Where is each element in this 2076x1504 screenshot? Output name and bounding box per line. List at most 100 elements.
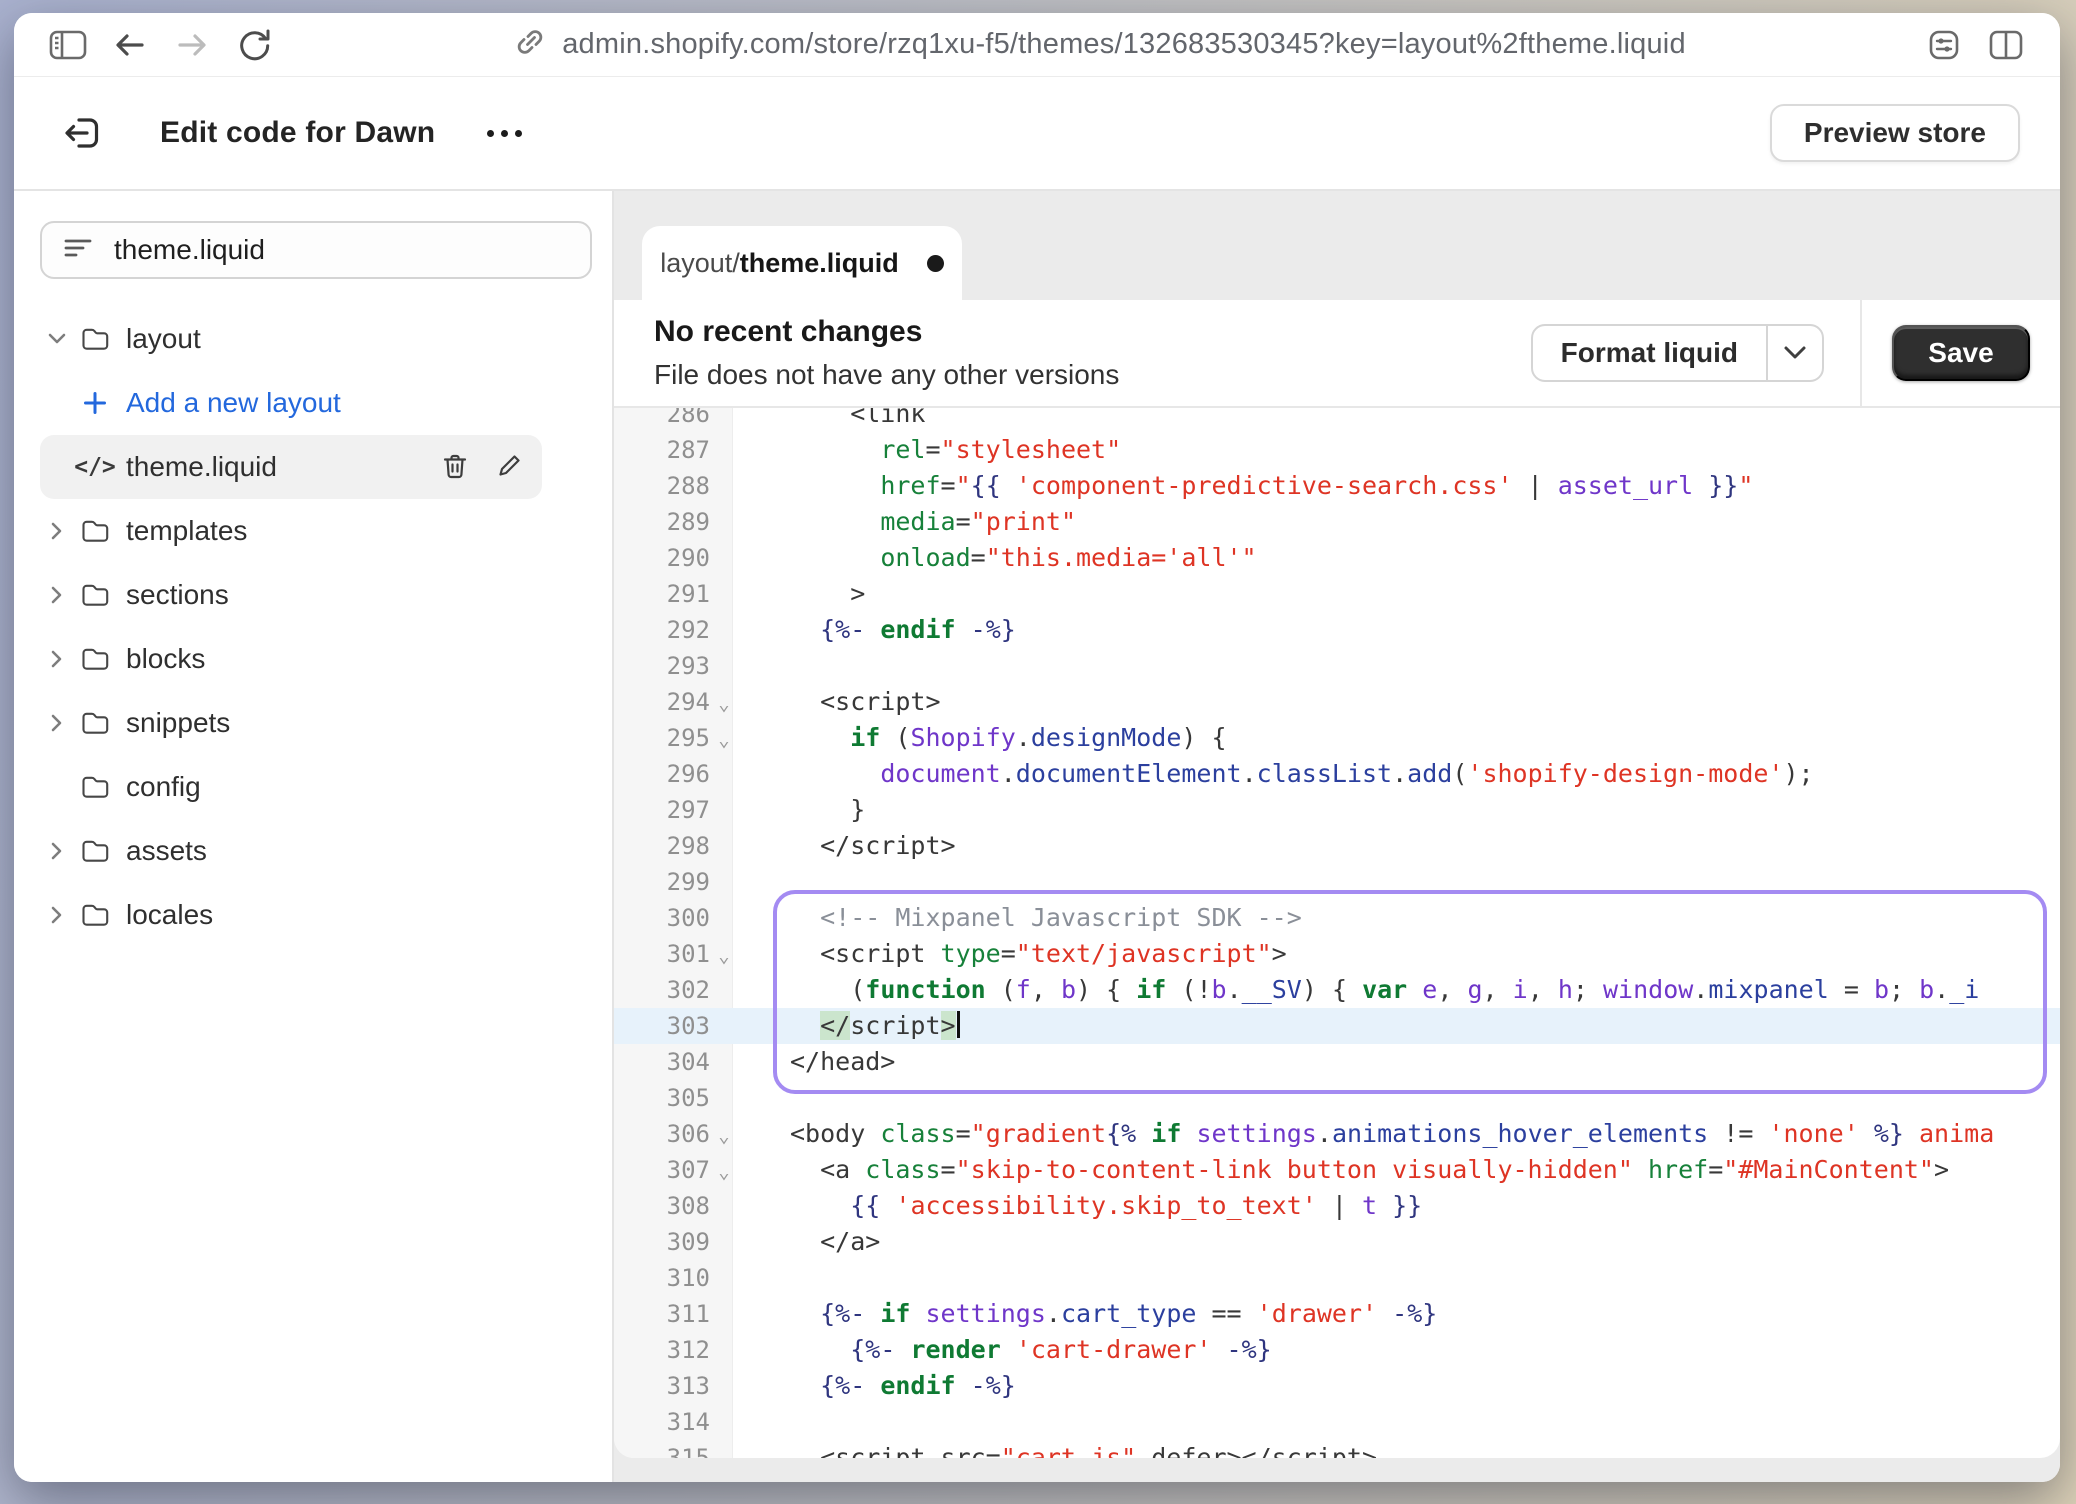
chevron-down-icon — [46, 331, 68, 347]
browser-window: admin.shopify.com/store/rzq1xu-f5/themes… — [14, 13, 2060, 1482]
line-number: 289 — [614, 504, 710, 540]
fold-chevron-icon[interactable]: ⌄ — [713, 1116, 735, 1156]
tree-item-label: locales — [126, 899, 213, 931]
pencil-icon — [494, 451, 524, 481]
fold-chevron-icon[interactable]: ⌄ — [713, 1152, 735, 1192]
tree-item-locales[interactable]: locales — [40, 883, 542, 947]
code-line-300: 300 <!-- Mixpanel Javascript SDK --> — [614, 900, 2060, 936]
code-line-287: 287 rel="stylesheet" — [614, 432, 2060, 468]
sidebar-toggle-icon[interactable] — [42, 22, 94, 68]
file-search-box[interactable] — [40, 221, 592, 279]
preview-store-button[interactable]: Preview store — [1770, 104, 2020, 162]
line-number: 315 — [614, 1440, 710, 1458]
exit-editor-icon[interactable] — [54, 105, 110, 161]
code-line-297: 297 } — [614, 792, 2060, 828]
tree-item-label: templates — [126, 515, 247, 547]
fold-chevron-icon[interactable]: ⌄ — [713, 936, 735, 976]
line-number: 302 — [614, 972, 710, 1008]
pencil-icon[interactable] — [494, 451, 524, 483]
code-line-306: 306⌄<body class="gradient{% if settings.… — [614, 1116, 2060, 1152]
tree-item-snippets[interactable]: snippets — [40, 691, 542, 755]
tree-item-add-a-new-layout[interactable]: Add a new layout — [40, 371, 542, 435]
tree-item-label: sections — [126, 579, 229, 611]
page-settings-icon[interactable] — [1918, 22, 1970, 68]
line-number: 293 — [614, 648, 710, 684]
tree-item-templates[interactable]: templates — [40, 499, 542, 563]
chevron-right-icon — [49, 712, 65, 734]
folder-icon — [79, 516, 111, 546]
reload-icon[interactable] — [228, 22, 280, 68]
line-number: 297 — [614, 792, 710, 828]
chevron-right-icon — [49, 520, 65, 542]
code-file-icon: </> — [74, 454, 116, 480]
trash-icon[interactable] — [440, 451, 470, 483]
line-number: 298 — [614, 828, 710, 864]
code-line-292: 292 {%- endif -%} — [614, 612, 2060, 648]
code-line-304: 304</head> — [614, 1044, 2060, 1080]
folder-icon — [79, 644, 111, 674]
code-line-293: 293 — [614, 648, 2060, 684]
plus-icon — [82, 390, 108, 416]
tree-item-sections[interactable]: sections — [40, 563, 542, 627]
tree-item-label: config — [126, 771, 201, 803]
tree-item-config[interactable]: config — [40, 755, 542, 819]
code-line-295: 295⌄ if (Shopify.designMode) { — [614, 720, 2060, 756]
fold-chevron-icon[interactable]: ⌄ — [713, 720, 735, 760]
format-options-caret[interactable] — [1766, 326, 1822, 380]
split-view-icon[interactable] — [1980, 22, 2032, 68]
line-number: 299 — [614, 864, 710, 900]
link-icon — [512, 24, 548, 65]
tree-item-label: Add a new layout — [126, 387, 341, 419]
status-subtitle: File does not have any other versions — [654, 359, 1119, 391]
fold-chevron-icon[interactable]: ⌄ — [713, 684, 735, 724]
code-line-310: 310 — [614, 1260, 2060, 1296]
code-line-299: 299 — [614, 864, 2060, 900]
line-number: 305 — [614, 1080, 710, 1116]
browser-toolbar: admin.shopify.com/store/rzq1xu-f5/themes… — [14, 13, 2060, 77]
tree-item-blocks[interactable]: blocks — [40, 627, 542, 691]
line-number: 287 — [614, 432, 710, 468]
tab-theme-liquid[interactable]: layout/theme.liquid — [642, 226, 962, 300]
back-icon[interactable] — [104, 22, 156, 68]
folder-icon — [79, 324, 111, 354]
code-line-301: 301⌄ <script type="text/javascript"> — [614, 936, 2060, 972]
chevron-right-icon — [49, 584, 65, 606]
line-number: 306 — [614, 1116, 710, 1152]
tree-item-label: snippets — [126, 707, 230, 739]
code-line-315: 315 <script src="cart.js" defer></script… — [614, 1440, 2060, 1458]
status-title: No recent changes — [654, 315, 1119, 349]
tree-item-layout[interactable]: layout — [40, 307, 542, 371]
tree-item-assets[interactable]: assets — [40, 819, 542, 883]
more-actions-button[interactable] — [477, 120, 532, 147]
editor-panel: No recent changes File does not have any… — [614, 300, 2060, 1458]
code-line-313: 313 {%- endif -%} — [614, 1368, 2060, 1404]
line-number: 291 — [614, 576, 710, 612]
format-liquid-button[interactable]: Format liquid — [1531, 324, 1824, 382]
file-search-input[interactable] — [114, 234, 568, 266]
code-line-286: 286 <link — [614, 408, 2060, 432]
code-line-309: 309 </a> — [614, 1224, 2060, 1260]
line-number: 290 — [614, 540, 710, 576]
save-button[interactable]: Save — [1892, 325, 2029, 381]
folder-icon — [79, 580, 111, 610]
tree-item-label: assets — [126, 835, 207, 867]
tree-item-theme-liquid[interactable]: </> theme.liquid — [40, 435, 542, 499]
page-title: Edit code for Dawn — [160, 116, 435, 150]
url-bar[interactable]: admin.shopify.com/store/rzq1xu-f5/themes… — [290, 24, 1908, 65]
line-number: 311 — [614, 1296, 710, 1332]
code-line-308: 308 {{ 'accessibility.skip_to_text' | t … — [614, 1188, 2060, 1224]
line-number: 294 — [614, 684, 710, 720]
line-number: 288 — [614, 468, 710, 504]
line-number: 310 — [614, 1260, 710, 1296]
code-editor[interactable]: 286 <link287 rel="stylesheet"288 href="{… — [614, 408, 2060, 1458]
code-line-307: 307⌄ <a class="skip-to-content-link butt… — [614, 1152, 2060, 1188]
file-sidebar: layout Add a new layout </> theme.liquid tem… — [14, 191, 614, 1482]
tree-item-label: theme.liquid — [126, 451, 277, 483]
trash-icon — [440, 451, 470, 483]
code-line-303: 303 </script> — [614, 1008, 2060, 1044]
forward-icon[interactable] — [166, 22, 218, 68]
line-number: 304 — [614, 1044, 710, 1080]
filter-icon — [64, 235, 94, 266]
code-line-312: 312 {%- render 'cart-drawer' -%} — [614, 1332, 2060, 1368]
text-cursor — [957, 1011, 960, 1038]
